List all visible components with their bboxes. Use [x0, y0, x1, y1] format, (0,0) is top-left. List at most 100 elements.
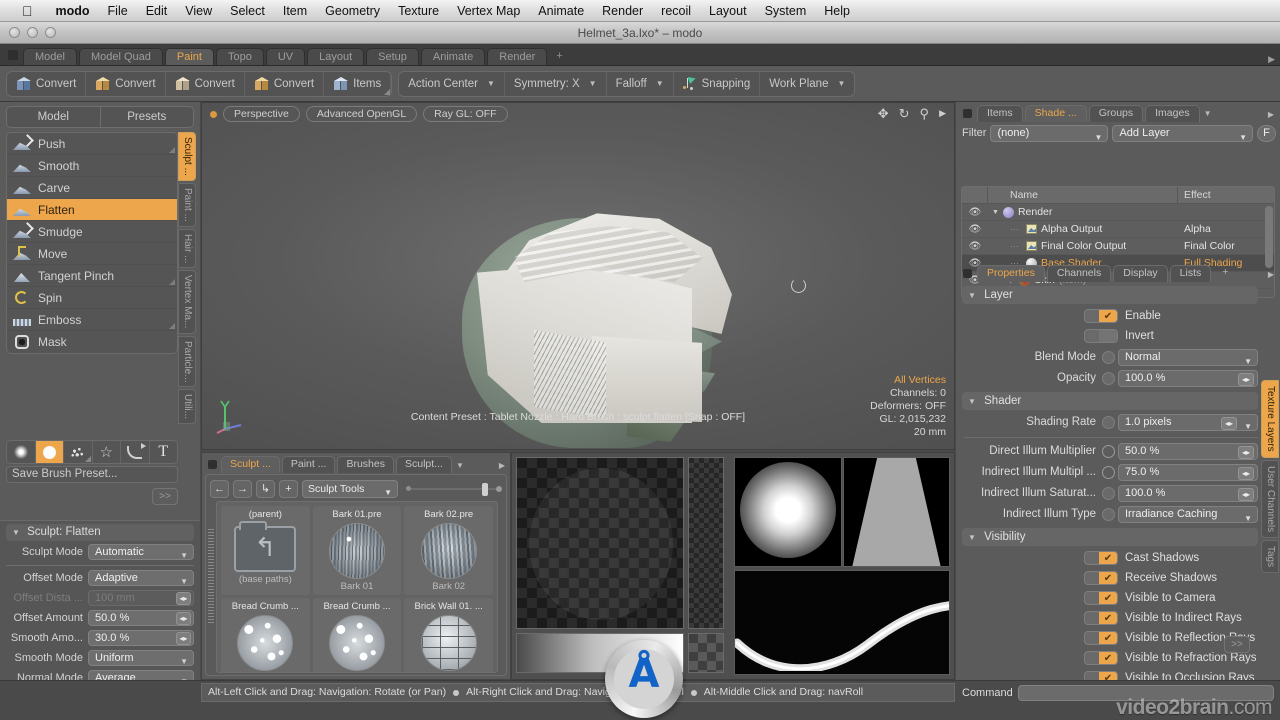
- layout-tab-topo[interactable]: Topo: [215, 48, 264, 65]
- menu-item-recoil[interactable]: recoil: [652, 4, 700, 18]
- field-indirect-illum-multiplier[interactable]: 75.0 % ◂▸: [1118, 463, 1258, 481]
- spinner-icon-indirect-illum[interactable]: ◂▸: [1238, 466, 1254, 480]
- add-layout-tab-button[interactable]: +: [549, 48, 569, 65]
- preset-grid-scroll-grip[interactable]: [208, 527, 214, 623]
- up-level-icon[interactable]: ↳: [256, 479, 275, 498]
- tool-variant-fold-push[interactable]: [169, 147, 175, 153]
- field-opacity[interactable]: 100.0 % ◂▸: [1118, 369, 1258, 387]
- tool-mask[interactable]: Mask: [7, 331, 177, 353]
- field-shading-rate[interactable]: 1.0 pixels ◂▸ ▼: [1118, 413, 1258, 434]
- animate-knob-indirect-illum[interactable]: [1102, 465, 1115, 479]
- splat-variant-fold[interactable]: [84, 456, 91, 462]
- tab-shader-tree[interactable]: Shade ...: [1024, 105, 1087, 122]
- shader-tree-scrollbar[interactable]: [1265, 206, 1273, 268]
- slider-knob[interactable]: [482, 482, 488, 496]
- convert-button-1[interactable]: Convert: [7, 71, 87, 96]
- dropdown-smooth-mode[interactable]: Uniform ▼: [88, 649, 194, 666]
- layout-tab-animate[interactable]: Animate: [420, 48, 486, 65]
- menu-item-texture[interactable]: Texture: [389, 4, 448, 18]
- spinner-icon-3[interactable]: ◂▸: [176, 631, 191, 645]
- checkbox-row-receive-shadows[interactable]: ✔ Receive Shadows: [1084, 568, 1280, 588]
- segment-presets-button[interactable]: Presets: [99, 107, 193, 127]
- shader-tabs-overflow-icon[interactable]: ▶: [1268, 110, 1274, 119]
- tab-items[interactable]: Items: [977, 105, 1023, 122]
- zoom-icon[interactable]: ⚲: [920, 107, 930, 120]
- menu-item-select[interactable]: Select: [221, 4, 274, 18]
- checkbox-cast-shadows[interactable]: ✔: [1084, 551, 1118, 565]
- 3d-viewport[interactable]: Content Preset : Tablet Nozzle : Hard Br…: [201, 102, 955, 450]
- work-plane-dropdown[interactable]: Work Plane ▼: [760, 72, 854, 96]
- checkbox-row-visible-to-reflection-rays[interactable]: ✔ Visible to Reflection Rays: [1084, 628, 1280, 648]
- layout-tab-model-quad[interactable]: Model Quad: [78, 48, 163, 65]
- section-header-layer[interactable]: ▼ Layer: [962, 286, 1258, 304]
- eye-icon-final-color[interactable]: 👁: [962, 241, 988, 252]
- tool-smooth[interactable]: Smooth: [7, 155, 177, 177]
- viewport-shading-dropdown[interactable]: Advanced OpenGL: [305, 106, 418, 122]
- items-button[interactable]: Items: [324, 71, 392, 96]
- save-brush-preset-button[interactable]: Save Brush Preset...: [6, 466, 178, 483]
- tab-channels[interactable]: Channels: [1046, 265, 1112, 282]
- menu-item-file[interactable]: File: [99, 4, 137, 18]
- apple-icon[interactable]: : [22, 4, 33, 18]
- checkbox-visible-to-refraction-rays[interactable]: ✔: [1084, 651, 1118, 665]
- move-icon[interactable]: ✥: [878, 107, 889, 120]
- shader-panel-pin-icon[interactable]: [963, 109, 972, 118]
- menu-item-animate[interactable]: Animate: [529, 4, 593, 18]
- vtab-texture-layers[interactable]: Texture Layers: [1261, 380, 1279, 458]
- preset-tab-sculpt-2[interactable]: Sculpt...: [396, 456, 452, 473]
- preset-cell-brick-wall-01[interactable]: Brick Wall 01. ...: [404, 598, 493, 672]
- checkbox-row-enable[interactable]: ✔ Enable: [1084, 306, 1280, 326]
- preset-tab-sculpt[interactable]: Sculpt ...: [221, 456, 280, 473]
- checkbox-visible-to-camera[interactable]: ✔: [1084, 591, 1118, 605]
- vtab-particle[interactable]: Particle...: [178, 335, 196, 388]
- action-center-dropdown[interactable]: Action Center ▼: [399, 71, 505, 96]
- symmetry-dropdown[interactable]: Symmetry: X ▼: [505, 71, 607, 96]
- field-smooth-amount[interactable]: 30.0 % ◂▸: [88, 629, 194, 646]
- left-panel-expand-button[interactable]: >>: [152, 488, 178, 505]
- animate-knob-direct-illum[interactable]: [1102, 444, 1115, 458]
- preset-cell-bark-02[interactable]: Bark 02.pre Bark 02: [404, 506, 493, 595]
- vtab-sculpt[interactable]: Sculpt ...: [178, 132, 196, 181]
- animate-knob-blend-mode[interactable]: [1102, 350, 1115, 364]
- checkbox-row-visible-to-indirect-rays[interactable]: ✔ Visible to Indirect Rays: [1084, 608, 1280, 628]
- checkbox-enable[interactable]: ✔: [1084, 309, 1118, 323]
- preset-cell-bread-crumb-02[interactable]: Bread Crumb ...: [312, 598, 402, 672]
- tab-images[interactable]: Images: [1145, 105, 1200, 122]
- spinner-icon-shading-rate[interactable]: ◂▸: [1221, 416, 1237, 430]
- brush-text-button[interactable]: T: [149, 441, 177, 463]
- menu-item-system[interactable]: System: [756, 4, 816, 18]
- field-direct-illum-multiplier[interactable]: 50.0 % ◂▸: [1118, 442, 1258, 460]
- falloff-dropdown[interactable]: Falloff ▼: [607, 71, 674, 96]
- vtab-user-channels[interactable]: User Channels: [1261, 459, 1279, 538]
- dropdown-offset-mode[interactable]: Adaptive ▼: [88, 569, 194, 586]
- checkbox-visible-to-reflection-rays[interactable]: ✔: [1084, 631, 1118, 645]
- shader-tabs-dropdown-icon[interactable]: ▼: [1204, 109, 1212, 118]
- properties-tabs-overflow-icon[interactable]: ▶: [1268, 270, 1274, 279]
- checker-strip-preview[interactable]: [688, 457, 724, 629]
- add-properties-tab-button[interactable]: +: [1213, 265, 1237, 282]
- layout-tab-layout[interactable]: Layout: [307, 48, 365, 65]
- properties-pin-icon[interactable]: [963, 269, 972, 278]
- viewport-pin-icon[interactable]: [210, 110, 217, 118]
- spinner-icon-opacity[interactable]: ◂▸: [1238, 372, 1254, 386]
- tree-row-alpha-output[interactable]: 👁 ⋯ Alpha Output Alpha: [962, 221, 1274, 238]
- back-arrow-icon[interactable]: ←: [210, 479, 229, 498]
- play-icon[interactable]: ▶: [939, 109, 946, 118]
- checker-swatch[interactable]: [688, 633, 724, 673]
- tool-properties-header[interactable]: ▼ Sculpt: Flatten: [6, 524, 194, 541]
- animate-knob-indirect-sat[interactable]: [1102, 486, 1115, 500]
- tab-lists[interactable]: Lists: [1169, 265, 1212, 282]
- chevron-down-icon-shading-rate[interactable]: ▼: [1244, 419, 1252, 434]
- field-offset-amount[interactable]: 50.0 % ◂▸: [88, 609, 194, 626]
- field-indirect-illum-saturation[interactable]: 100.0 % ◂▸: [1118, 484, 1258, 502]
- add-layer-dropdown[interactable]: Add Layer ▼: [1112, 124, 1253, 142]
- tool-push[interactable]: Push: [7, 133, 177, 155]
- tool-tangent-pinch[interactable]: Tangent Pinch: [7, 265, 177, 287]
- menu-item-item[interactable]: Item: [274, 4, 316, 18]
- tool-smudge[interactable]: Smudge: [7, 221, 177, 243]
- viewport-raygl-toggle[interactable]: Ray GL: OFF: [423, 106, 508, 122]
- add-icon[interactable]: +: [279, 479, 298, 498]
- preset-tab-brushes[interactable]: Brushes: [337, 456, 394, 473]
- checkbox-row-visible-to-refraction-rays[interactable]: ✔ Visible to Refraction Rays: [1084, 648, 1280, 668]
- vtab-tags[interactable]: Tags: [1261, 539, 1279, 573]
